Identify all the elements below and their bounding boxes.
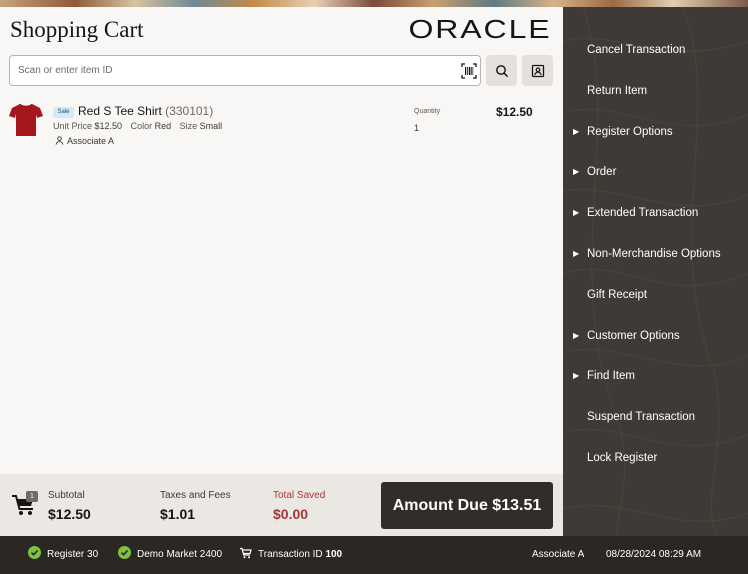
oracle-logo: ORACLE xyxy=(409,17,552,41)
cart-totals-bar: 1 Subtotal $12.50 Taxes and Fees $1.01 T… xyxy=(0,474,563,536)
register-status: Register 30 xyxy=(28,536,98,574)
subtotal-value: $12.50 xyxy=(48,506,91,522)
item-id: (330101) xyxy=(165,104,214,118)
scan-item-field xyxy=(9,55,481,86)
menu-item-find-item[interactable]: ▶ Find Item xyxy=(563,356,748,397)
item-associate-name: Associate A xyxy=(67,136,115,146)
shopping-cart-panel: Shopping Cart ORACLE Scan or enter item … xyxy=(0,7,563,474)
caret-right-icon: ▶ xyxy=(573,248,580,258)
caret-right-icon: ▶ xyxy=(573,126,580,136)
menu-item-label: Order xyxy=(587,166,617,179)
check-circle-icon xyxy=(28,546,41,559)
taxes-label: Taxes and Fees xyxy=(160,490,231,501)
color-label: Color xyxy=(130,121,153,131)
quantity-label: Quantity xyxy=(414,108,441,115)
menu-item-label: Lock Register xyxy=(587,451,658,464)
unit-price-label: Unit Price xyxy=(53,121,93,131)
item-price: $12.50 xyxy=(496,105,533,119)
customer-card-icon xyxy=(531,64,544,77)
unit-price-value: $12.50 xyxy=(94,121,123,131)
date-time: 08/28/2024 08:29 AM xyxy=(606,549,702,560)
size-value: Small xyxy=(199,121,223,131)
item-details: Unit Price $12.50 Color Red Size Small xyxy=(53,121,222,131)
page-title: Shopping Cart xyxy=(10,17,144,42)
menu-item-label: Register Options xyxy=(587,125,673,138)
caret-right-icon: ▶ xyxy=(573,167,580,177)
menu-item-cancel-transaction[interactable]: Cancel Transaction xyxy=(563,30,748,71)
amount-due-button[interactable]: Amount Due $13.51 xyxy=(381,482,553,529)
menu-item-non-merchandise-options[interactable]: ▶ Non-Merchandise Options xyxy=(563,234,748,275)
taxes-value: $1.01 xyxy=(160,506,196,522)
associate-name: Associate A xyxy=(532,549,585,560)
caret-right-icon: ▶ xyxy=(573,208,580,218)
color-value: Red xyxy=(154,121,172,131)
search-icon xyxy=(495,64,508,77)
menu-item-label: Find Item xyxy=(587,370,635,383)
check-circle-icon xyxy=(118,546,131,559)
size-label: Size xyxy=(179,121,198,131)
sale-badge: Sale xyxy=(53,107,74,118)
search-button[interactable] xyxy=(486,55,517,86)
menu-item-return-item[interactable]: Return Item xyxy=(563,71,748,112)
action-menu: Cancel Transaction Return Item ▶ Register… xyxy=(563,30,748,479)
scan-item-input[interactable] xyxy=(18,56,448,85)
menu-item-label: Gift Receipt xyxy=(587,288,648,301)
caret-right-icon: ▶ xyxy=(573,371,580,381)
quantity-value: 1 xyxy=(414,123,420,133)
barcode-scan-icon[interactable] xyxy=(461,63,477,79)
tshirt-product-image xyxy=(9,103,43,136)
menu-item-label: Cancel Transaction xyxy=(587,44,686,56)
total-saved-value: $0.00 xyxy=(273,506,309,522)
total-saved-label: Total Saved xyxy=(273,490,326,501)
menu-item-gift-receipt[interactable]: Gift Receipt xyxy=(563,275,748,316)
store-status: Demo Market 2400 xyxy=(118,536,222,574)
cart-icon xyxy=(240,547,252,559)
subtotal-label: Subtotal xyxy=(48,490,85,501)
register-name: Register 30 xyxy=(47,549,99,560)
menu-item-label: Non-Merchandise Options xyxy=(587,247,721,260)
caret-right-icon: ▶ xyxy=(573,330,580,340)
svg-text:ORACLE: ORACLE xyxy=(409,17,552,41)
cart-line-item[interactable]: Sale Red S Tee Shirt (330101) Unit Price… xyxy=(0,99,563,159)
menu-item-label: Customer Options xyxy=(587,329,680,342)
menu-item-extended-transaction[interactable]: ▶ Extended Transaction xyxy=(563,193,748,234)
menu-item-lock-register[interactable]: Lock Register xyxy=(563,438,748,479)
person-icon xyxy=(55,136,64,145)
menu-item-register-options[interactable]: ▶ Register Options xyxy=(563,112,748,153)
item-name: Red S Tee Shirt (330101) xyxy=(78,104,213,118)
menu-item-label: Suspend Transaction xyxy=(587,411,696,424)
transaction-label: Transaction ID xyxy=(258,549,323,560)
menu-item-label: Return Item xyxy=(587,84,648,97)
store-name: Demo Market 2400 xyxy=(137,549,223,560)
transaction-id: 100 xyxy=(325,549,343,560)
decorative-banner-strip xyxy=(0,0,748,7)
cart-item-count: 1 xyxy=(26,491,38,502)
menu-item-order[interactable]: ▶ Order xyxy=(563,152,748,193)
item-associate: Associate A xyxy=(55,136,114,146)
menu-item-suspend-transaction[interactable]: Suspend Transaction xyxy=(563,397,748,438)
actions-sidebar: Cancel Transaction Return Item ▶ Register… xyxy=(563,7,748,536)
item-title: Red S Tee Shirt xyxy=(78,104,162,118)
status-bar: Register 30 Demo Market 2400 Transaction… xyxy=(0,536,748,574)
menu-item-customer-options[interactable]: ▶ Customer Options xyxy=(563,316,748,357)
menu-item-label: Extended Transaction xyxy=(587,207,699,220)
transaction-status: Transaction ID 100 xyxy=(240,536,342,574)
customer-lookup-button[interactable] xyxy=(522,55,553,86)
